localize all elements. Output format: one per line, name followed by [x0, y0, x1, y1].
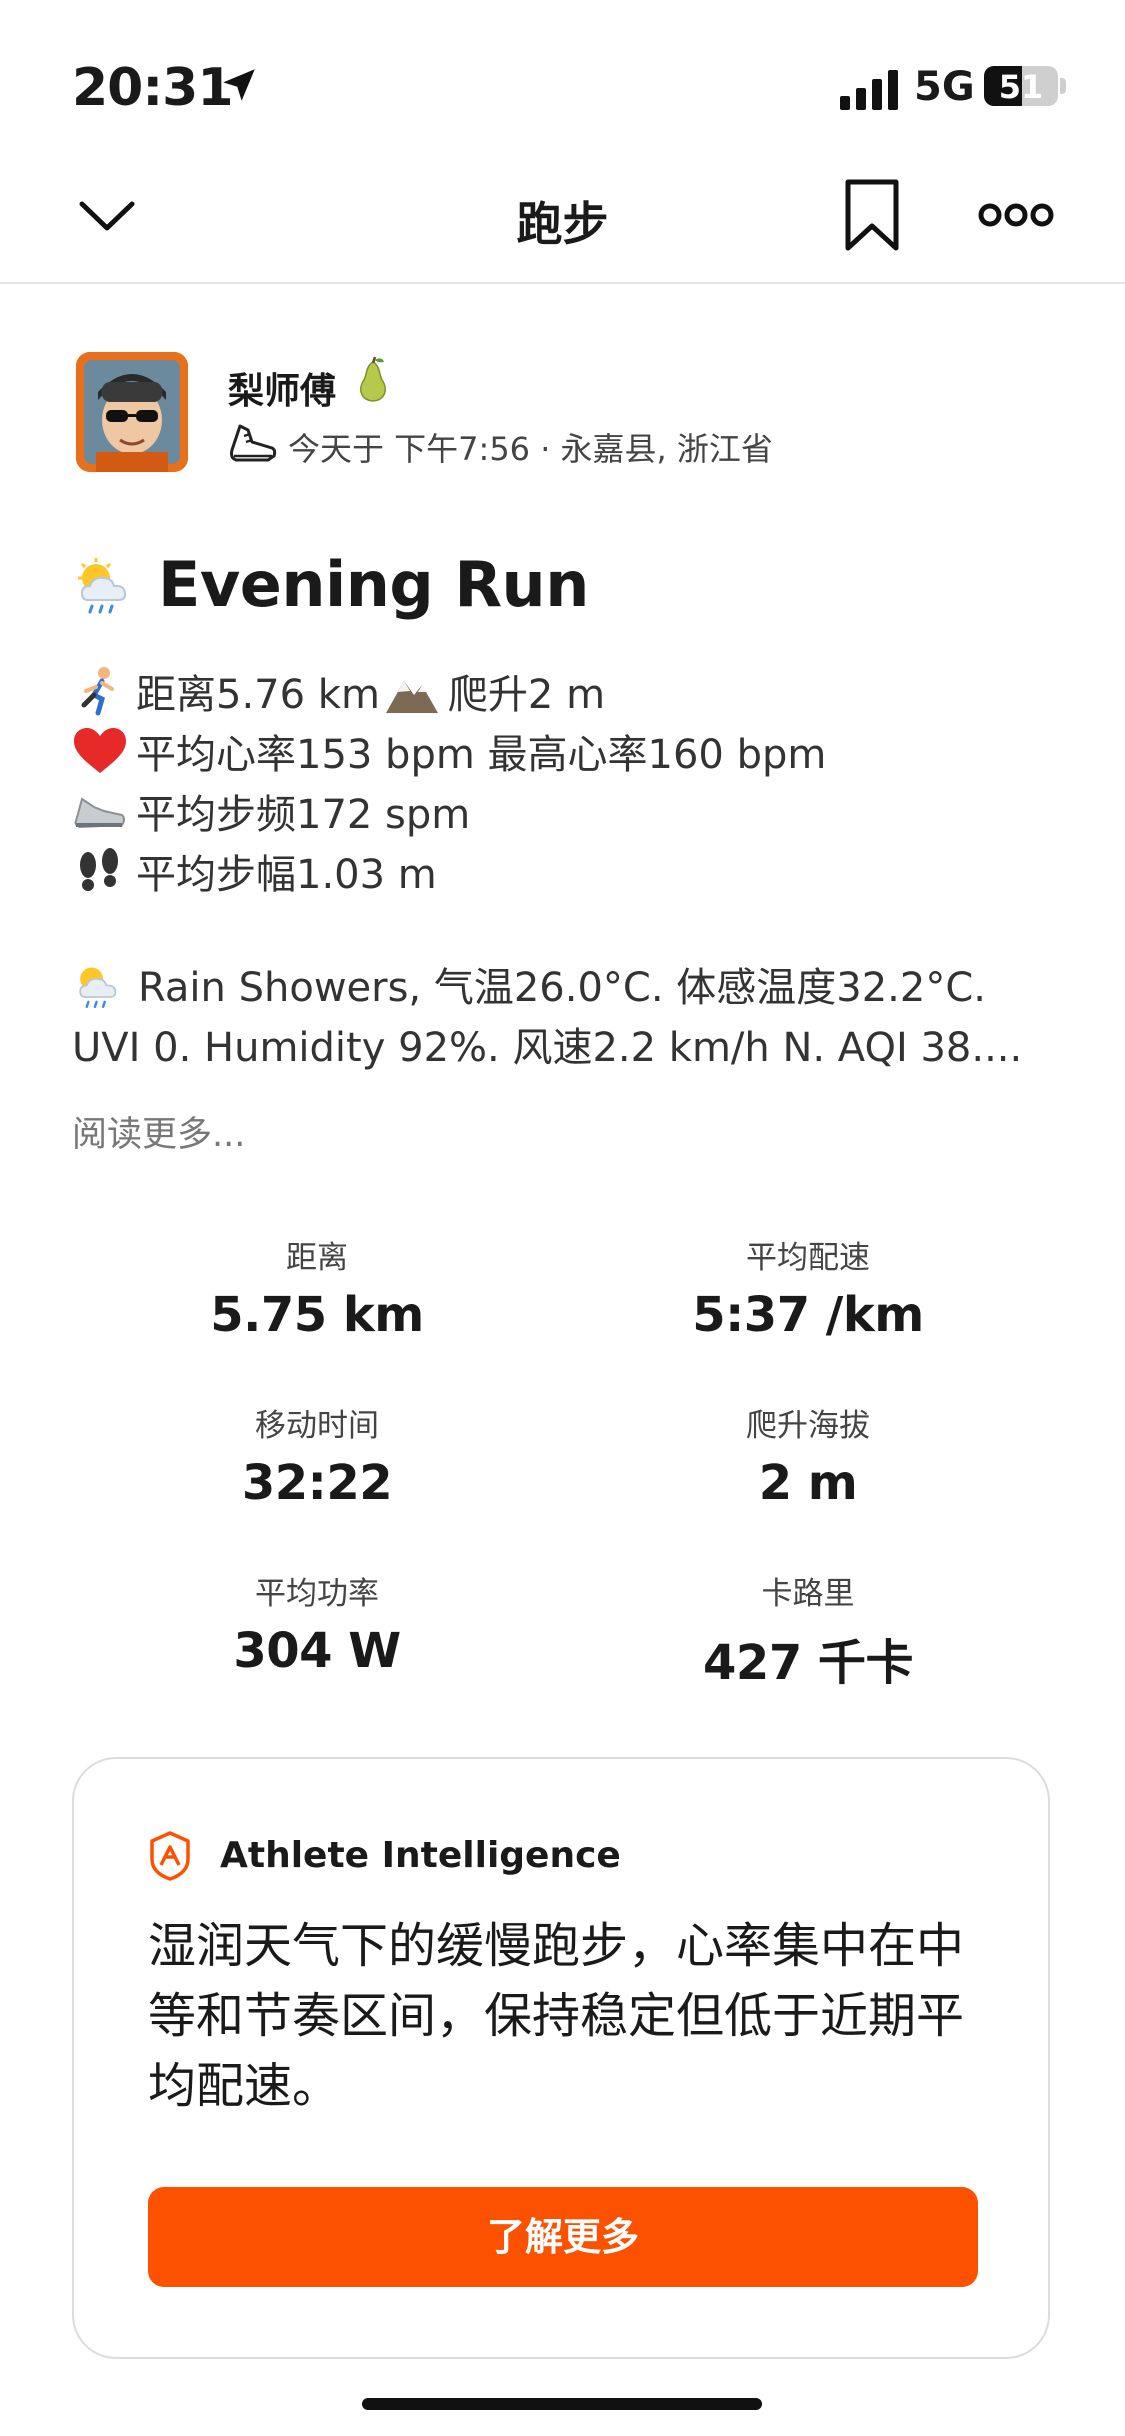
avatar[interactable] [76, 352, 188, 472]
athlete-intelligence-logo-icon [150, 1831, 190, 1881]
elevation-text: 爬升2 m [447, 672, 606, 718]
mountain-icon [384, 665, 440, 717]
stat-label: 卡路里 [761, 1576, 855, 1612]
heart-icon [72, 725, 128, 777]
page-title: 跑步 [516, 197, 609, 251]
location-arrow-icon [223, 69, 255, 101]
runner-icon [72, 665, 128, 717]
desc-line-distance: 距离5.76 km 爬升2 m [72, 662, 605, 720]
status-bar: 20:31 5G 51 [0, 0, 1125, 150]
stat-value: 32:22 [241, 1455, 393, 1511]
pear-icon [360, 356, 386, 402]
stat-avg-power: 平均功率 304 W [117, 1568, 517, 1679]
stat-label: 平均配速 [746, 1240, 870, 1276]
learn-more-button[interactable]: 了解更多 [148, 2187, 978, 2287]
stat-calories: 卡路里 427 千卡 [608, 1568, 1008, 1693]
stat-avg-pace: 平均配速 5:37 /km [608, 1232, 1008, 1343]
stat-value: 304 W [233, 1623, 401, 1679]
author-name[interactable]: 梨师傅 [228, 362, 336, 414]
desc-line-stride: 平均步幅1.03 m [72, 842, 437, 900]
stat-value: 5.75 km [210, 1287, 424, 1343]
distance-text: 距离5.76 km [136, 672, 380, 718]
weather-description: Rain Showers, 气温26.0°C. 体感温度32.2°C. UVI … [72, 958, 1072, 1078]
status-time: 20:31 [72, 58, 234, 118]
more-options-icon[interactable] [978, 200, 1054, 230]
stat-label: 移动时间 [255, 1408, 379, 1444]
activity-title: Evening Run [158, 548, 589, 621]
bookmark-icon[interactable] [842, 178, 902, 254]
stat-elevation: 爬升海拔 2 m [608, 1400, 1008, 1511]
battery-cap [1060, 78, 1066, 94]
activity-meta: 今天于 下午7:56 · 永嘉县, 浙江省 [288, 430, 773, 468]
stat-label: 爬升海拔 [746, 1408, 870, 1444]
avatar-image [76, 352, 188, 472]
stat-label: 距离 [286, 1240, 348, 1276]
stat-value: 2 m [758, 1455, 858, 1511]
read-more-link[interactable]: 阅读更多... [72, 1106, 245, 1157]
cellular-signal-icon [840, 70, 898, 110]
desc-line-heart-rate: 平均心率153 bpm 最高心率160 bpm [72, 722, 826, 780]
stat-distance: 距离 5.75 km [117, 1232, 517, 1343]
athlete-intelligence-card: Athlete Intelligence 湿润天气下的缓慢跑步，心率集中在中等和… [72, 1757, 1050, 2359]
home-indicator[interactable] [362, 2398, 762, 2410]
stat-moving-time: 移动时间 32:22 [117, 1400, 517, 1511]
heart-rate-text: 平均心率153 bpm 最高心率160 bpm [136, 732, 827, 778]
weather-line-2: UVI 0. Humidity 92%. 风速2.2 km/h N. AQI 3… [72, 1025, 1023, 1071]
nav-bar: 跑步 [0, 150, 1125, 284]
shoe-icon [72, 785, 128, 837]
sun-behind-rain-cloud-icon [78, 558, 127, 614]
network-type: 5G [914, 64, 975, 110]
card-title: Athlete Intelligence [220, 1835, 621, 1876]
cadence-text: 平均步频172 spm [136, 792, 471, 838]
running-shoe-icon [230, 424, 277, 462]
weather-line-1: Rain Showers, 气温26.0°C. 体感温度32.2°C. [138, 965, 986, 1011]
footprints-icon [72, 845, 128, 897]
stat-value: 5:37 /km [692, 1287, 924, 1343]
stat-value: 427 千卡 [703, 1635, 913, 1691]
battery-percent: 51 [998, 68, 1044, 106]
card-summary: 湿润天气下的缓慢跑步，心率集中在中等和节奏区间，保持稳定但低于近期平均配速。 [148, 1918, 965, 2114]
desc-line-cadence: 平均步频172 spm [72, 782, 470, 840]
sun-behind-rain-cloud-icon [79, 967, 117, 1009]
battery-icon: 51 [984, 66, 1058, 106]
stride-text: 平均步幅1.03 m [136, 852, 437, 898]
stat-label: 平均功率 [255, 1576, 379, 1612]
